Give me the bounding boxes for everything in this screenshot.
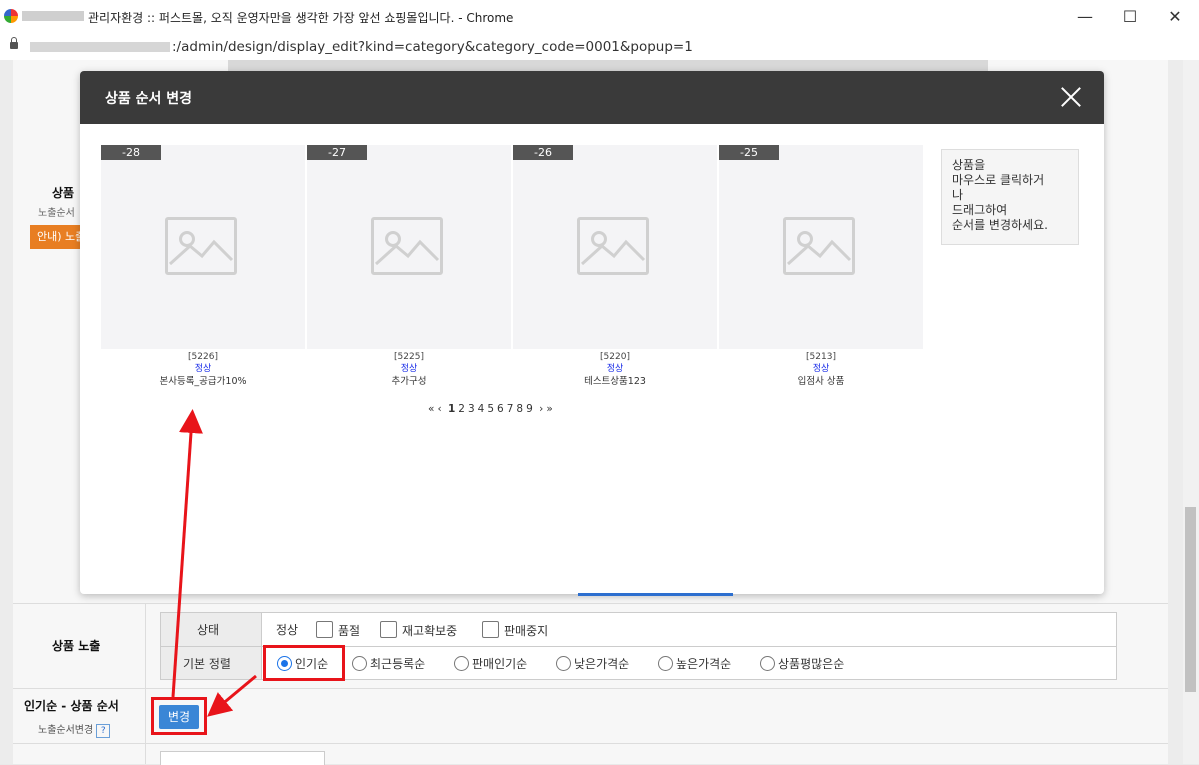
annotation-arrows bbox=[171, 409, 257, 717]
arrow-to-button bbox=[207, 674, 257, 717]
arrow-up bbox=[171, 409, 203, 698]
